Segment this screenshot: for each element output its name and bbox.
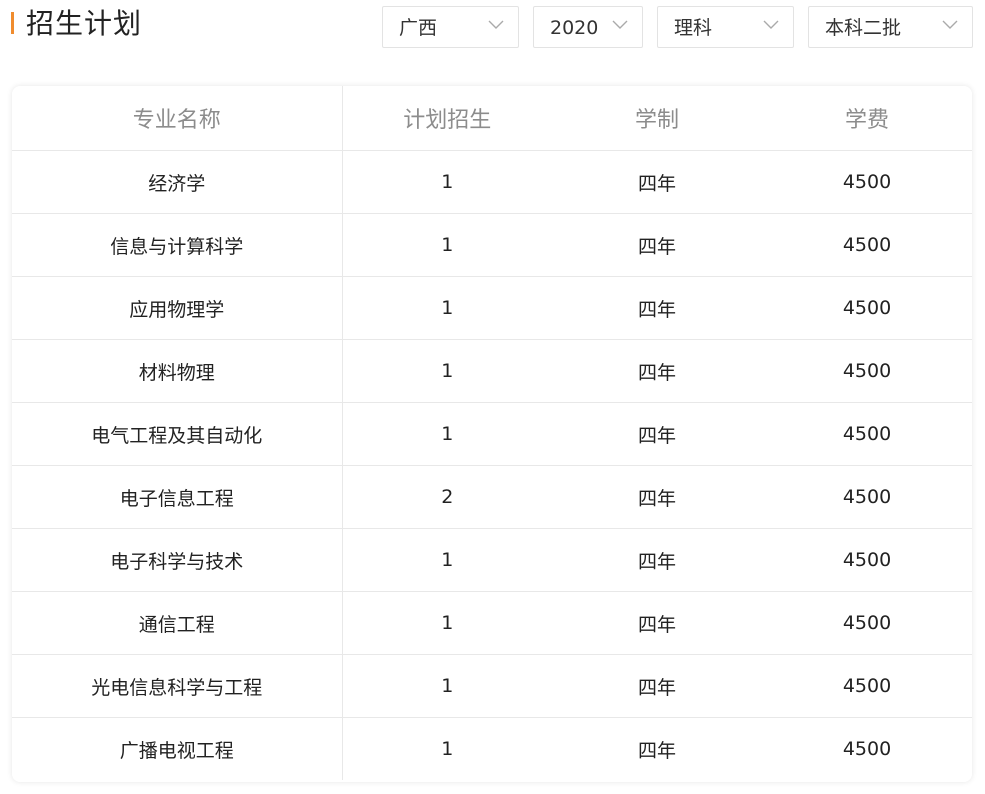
fee-cell: 4500 — [762, 654, 972, 718]
fee-cell: 4500 — [762, 591, 972, 655]
table-row: 电子信息工程 2 四年 4500 — [12, 465, 972, 529]
title-accent-bar — [11, 12, 14, 34]
page-title: 招生计划 — [26, 7, 143, 40]
table-row: 经济学 1 四年 4500 — [12, 150, 972, 214]
plan-cell: 1 — [342, 591, 552, 655]
major-cell: 光电信息科学与工程 — [12, 654, 343, 718]
year-select[interactable]: 2020 — [533, 6, 643, 48]
fee-cell: 4500 — [762, 276, 972, 340]
major-cell: 通信工程 — [12, 591, 343, 655]
enrollment-plan-table: 专业名称 计划招生 学制 学费 经济学 1 四年 4500 信息与计算科学 1 … — [12, 86, 972, 782]
fee-cell: 4500 — [762, 528, 972, 592]
duration-cell: 四年 — [552, 276, 762, 340]
batch-select[interactable]: 本科二批 — [808, 6, 973, 48]
plan-cell: 1 — [342, 213, 552, 277]
plan-cell: 1 — [342, 276, 552, 340]
column-header-plan: 计划招生 — [342, 86, 552, 151]
province-select[interactable]: 广西 — [382, 6, 519, 48]
fee-cell: 4500 — [842, 738, 892, 760]
column-header-major: 专业名称 — [12, 86, 343, 151]
major-cell: 材料物理 — [12, 339, 343, 403]
major-cell: 应用物理学 — [12, 276, 343, 340]
chevron-down-icon — [942, 20, 958, 29]
table-row: 广播电视工程 1 四年 4500 — [12, 717, 972, 780]
duration-cell: 四年 — [552, 528, 762, 592]
plan-cell: 1 — [342, 654, 552, 718]
column-header-fee: 学费 — [762, 86, 972, 151]
table-row: 光电信息科学与工程 1 四年 4500 — [12, 654, 972, 718]
chevron-down-icon — [488, 20, 504, 29]
plan-cell: 1 — [342, 150, 552, 214]
duration-cell: 四年 — [552, 654, 762, 718]
fee-cell: 4500 — [762, 339, 972, 403]
duration-cell: 四年 — [552, 150, 762, 214]
subject-select[interactable]: 理科 — [657, 6, 794, 48]
duration-cell: 四年 — [552, 402, 762, 466]
batch-select-value: 本科二批 — [825, 17, 902, 39]
major-cell: 经济学 — [12, 150, 343, 214]
major-cell: 电子科学与技术 — [12, 528, 343, 592]
table-row: 电子科学与技术 1 四年 4500 — [12, 528, 972, 592]
plan-cell: 1 — [342, 339, 552, 403]
table-row: 应用物理学 1 四年 4500 — [12, 276, 972, 340]
chevron-down-icon — [763, 20, 779, 29]
year-select-value: 2020 — [550, 17, 599, 39]
major-cell: 电气工程及其自动化 — [12, 402, 343, 466]
table-row: 信息与计算科学 1 四年 4500 — [12, 213, 972, 277]
duration-cell: 四年 — [637, 739, 676, 762]
plan-cell: 1 — [342, 402, 552, 466]
major-cell: 广播电视工程 — [12, 717, 343, 780]
table-header-row: 专业名称 计划招生 学制 学费 — [12, 86, 972, 151]
table-row: 电气工程及其自动化 1 四年 4500 — [12, 402, 972, 466]
fee-cell: 4500 — [762, 213, 972, 277]
duration-cell: 四年 — [552, 465, 762, 529]
subject-select-value: 理科 — [674, 17, 713, 39]
duration-cell: 四年 — [552, 591, 762, 655]
fee-cell: 4500 — [762, 150, 972, 214]
province-select-value: 广西 — [399, 17, 438, 39]
plan-cell: 1 — [441, 738, 454, 760]
duration-cell: 四年 — [552, 213, 762, 277]
fee-cell: 4500 — [762, 465, 972, 529]
table-row: 通信工程 1 四年 4500 — [12, 591, 972, 655]
fee-cell: 4500 — [762, 402, 972, 466]
plan-cell: 1 — [342, 528, 552, 592]
major-cell: 信息与计算科学 — [12, 213, 343, 277]
duration-cell: 四年 — [552, 339, 762, 403]
table-row: 材料物理 1 四年 4500 — [12, 339, 972, 403]
major-cell: 电子信息工程 — [12, 465, 343, 529]
chevron-down-icon — [612, 20, 628, 29]
plan-cell: 2 — [342, 465, 552, 529]
column-header-duration: 学制 — [552, 86, 762, 151]
